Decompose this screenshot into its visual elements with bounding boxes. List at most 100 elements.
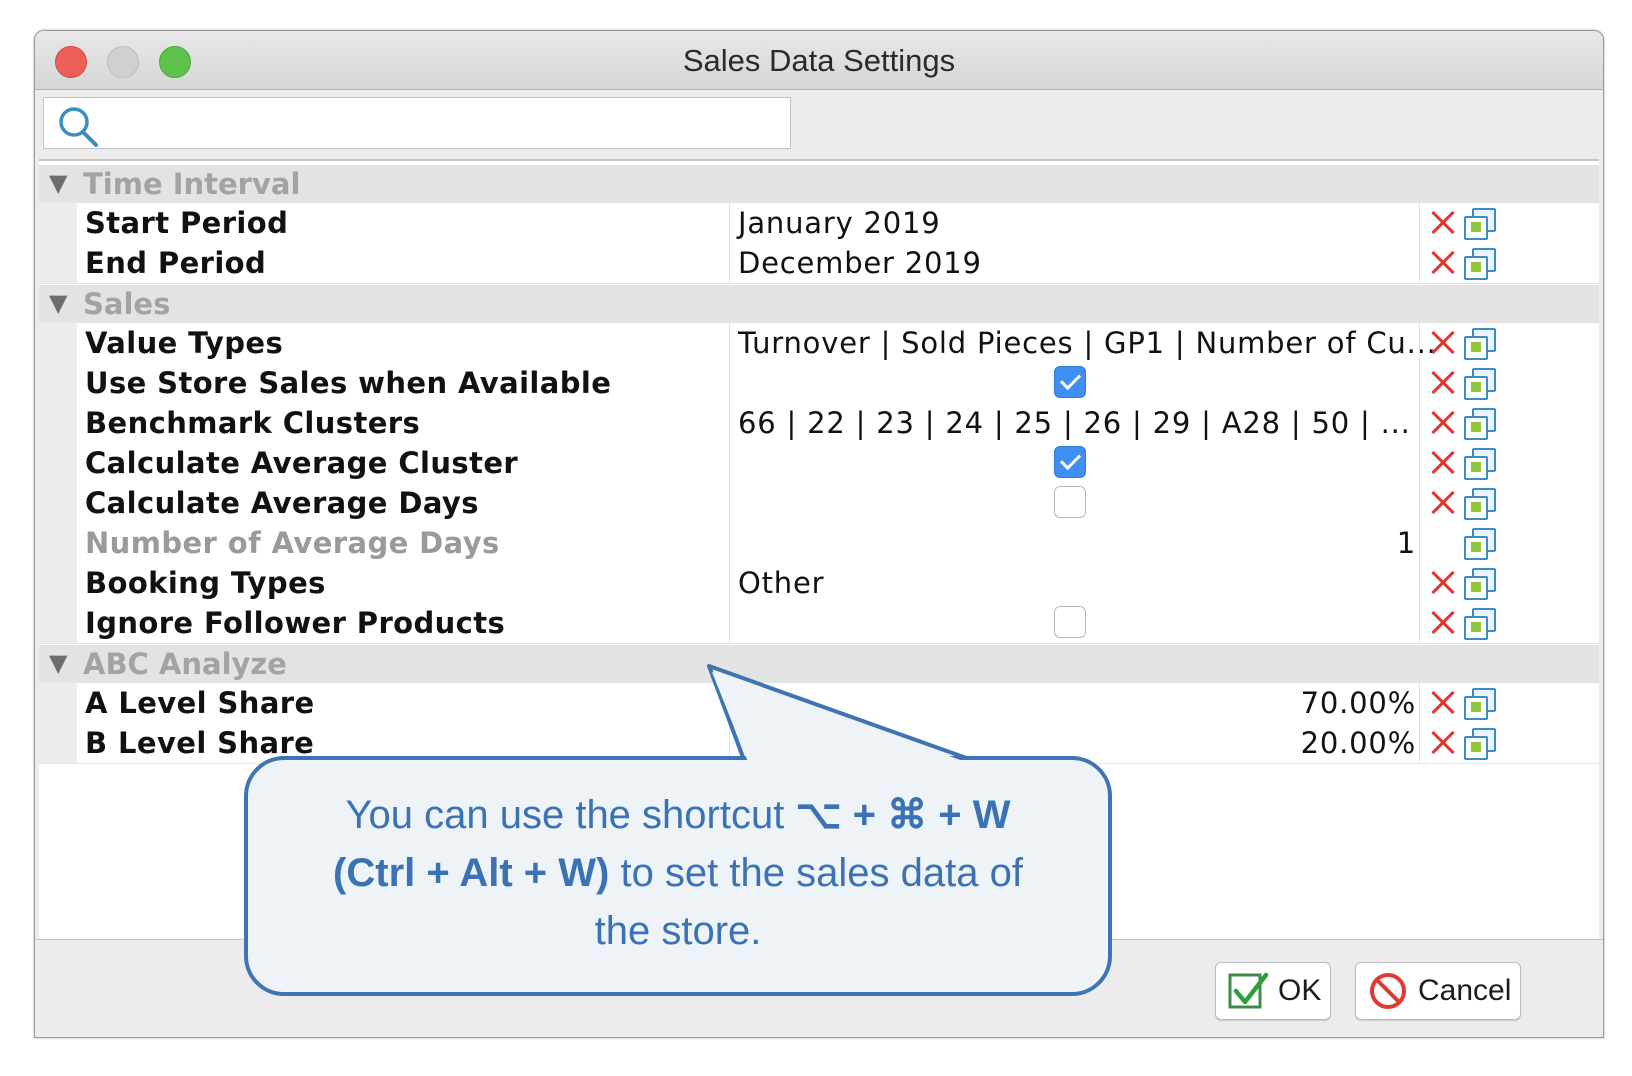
value-cell[interactable]: 70.00% — [729, 683, 1420, 723]
copy-value-icon[interactable] — [1464, 448, 1496, 480]
ok-button-label: OK — [1278, 974, 1322, 1007]
number-of-average-days-value: 1 — [1396, 526, 1416, 560]
value-cell[interactable]: January 2019 — [729, 203, 1420, 243]
clear-x-icon[interactable] — [1426, 366, 1460, 400]
calculate-average-days-checkbox[interactable] — [1054, 486, 1086, 518]
copy-value-icon[interactable] — [1464, 208, 1496, 240]
row-calculate-average-cluster[interactable]: Calculate Average Cluster — [39, 443, 1599, 484]
row-start-period[interactable]: Start Period January 2019 — [39, 203, 1599, 244]
prohibited-icon — [1370, 973, 1406, 1009]
a-level-share-value[interactable]: 70.00% — [1301, 683, 1416, 723]
row-number-of-average-days[interactable]: Number of Average Days 1 — [39, 523, 1599, 564]
clear-x-icon[interactable] — [1426, 686, 1460, 720]
search-field[interactable] — [43, 97, 791, 149]
group-time-interval[interactable]: ▼ Time Interval — [39, 165, 1599, 203]
row-label: Use Store Sales when Available — [85, 366, 612, 400]
row-use-store-sales[interactable]: Use Store Sales when Available — [39, 363, 1599, 404]
clear-x-icon[interactable] — [1426, 206, 1460, 240]
callout-mac-shortcut: ⌥ + ⌘ + W — [795, 793, 1011, 837]
clear-x-icon[interactable] — [1426, 726, 1460, 760]
disclosure-triangle-icon[interactable]: ▼ — [49, 649, 67, 677]
search-input[interactable] — [116, 104, 780, 142]
copy-value-icon[interactable] — [1464, 568, 1496, 600]
row-a-level-share[interactable]: A Level Share 70.00% — [39, 683, 1599, 724]
copy-value-icon[interactable] — [1464, 608, 1496, 640]
calculate-average-cluster-checkbox[interactable] — [1054, 446, 1086, 478]
value-cell[interactable]: Other — [729, 563, 1420, 603]
value-cell[interactable] — [729, 443, 1420, 483]
row-actions — [1419, 683, 1540, 723]
ignore-follower-products-checkbox[interactable] — [1054, 606, 1086, 638]
end-period-value[interactable]: December 2019 — [738, 243, 982, 283]
clear-x-icon[interactable] — [1426, 606, 1460, 640]
copy-value-icon[interactable] — [1464, 528, 1496, 560]
value-cell[interactable] — [729, 603, 1420, 643]
clear-x-icon[interactable] — [1426, 486, 1460, 520]
benchmark-clusters-value[interactable]: 66 | 22 | 23 | 24 | 25 | 26 | 29 | A28 |… — [738, 403, 1411, 443]
callout-text: You can use the shortcut ⌥ + ⌘ + W (Ctrl… — [278, 786, 1078, 960]
value-cell[interactable] — [729, 483, 1420, 523]
row-gutter — [39, 723, 77, 763]
value-types-value[interactable]: Turnover | Sold Pieces | GP1 | Number of… — [738, 323, 1437, 363]
row-gutter — [39, 363, 77, 403]
row-gutter — [39, 243, 77, 283]
row-actions — [1419, 243, 1540, 283]
b-level-share-value[interactable]: 20.00% — [1301, 723, 1416, 763]
copy-value-icon[interactable] — [1464, 488, 1496, 520]
row-gutter — [39, 683, 77, 723]
value-cell[interactable]: 66 | 22 | 23 | 24 | 25 | 26 | 29 | A28 |… — [729, 403, 1420, 443]
row-label: Benchmark Clusters — [85, 406, 421, 440]
group-sales[interactable]: ▼ Sales — [39, 285, 1599, 323]
clear-x-icon[interactable] — [1426, 406, 1460, 440]
row-gutter — [39, 403, 77, 443]
window-title: Sales Data Settings — [682, 43, 956, 78]
copy-value-icon[interactable] — [1464, 728, 1496, 760]
row-label: Value Types — [85, 326, 284, 360]
start-period-value[interactable]: January 2019 — [738, 203, 941, 243]
row-gutter — [39, 323, 77, 363]
use-store-sales-checkbox[interactable] — [1054, 366, 1086, 398]
ok-button[interactable]: OK — [1215, 962, 1331, 1020]
clear-x-icon[interactable] — [1426, 566, 1460, 600]
row-label: Start Period — [85, 206, 289, 240]
disclosure-triangle-icon[interactable]: ▼ — [49, 289, 67, 317]
row-actions — [1419, 443, 1540, 483]
callout-win-shortcut: (Ctrl + Alt + W) — [333, 851, 610, 895]
search-icon — [59, 107, 98, 147]
copy-value-icon[interactable] — [1464, 368, 1496, 400]
value-cell[interactable] — [729, 363, 1420, 403]
clear-x-icon[interactable] — [1426, 246, 1460, 280]
title-bar[interactable]: Sales Data Settings — [35, 31, 1603, 90]
callout-line1-text: You can use the shortcut — [345, 793, 796, 837]
cancel-button[interactable]: Cancel — [1355, 962, 1521, 1020]
callout-line2-text: to set the sales data of — [609, 851, 1023, 895]
copy-value-icon[interactable] — [1464, 328, 1496, 360]
row-booking-types[interactable]: Booking Types Other — [39, 563, 1599, 604]
group-abc-analyze[interactable]: ▼ ABC Analyze — [39, 645, 1599, 683]
copy-value-icon[interactable] — [1464, 408, 1496, 440]
clear-x-icon[interactable] — [1426, 326, 1460, 360]
copy-value-icon[interactable] — [1464, 248, 1496, 280]
row-label: Booking Types — [85, 566, 326, 600]
row-gutter — [39, 203, 77, 243]
row-value-types[interactable]: Value Types Turnover | Sold Pieces | GP1… — [39, 323, 1599, 364]
row-ignore-follower-products[interactable]: Ignore Follower Products — [39, 603, 1599, 644]
value-cell: 1 — [729, 523, 1420, 563]
booking-types-value[interactable]: Other — [738, 563, 824, 603]
row-calculate-average-days[interactable]: Calculate Average Days — [39, 483, 1599, 524]
disclosure-triangle-icon[interactable]: ▼ — [49, 169, 67, 197]
callout-line3-text: the store. — [594, 909, 762, 953]
row-gutter — [39, 443, 77, 483]
row-end-period[interactable]: End Period December 2019 — [39, 243, 1599, 284]
group-label: Sales — [83, 287, 171, 321]
group-label: Time Interval — [83, 167, 301, 201]
row-actions — [1419, 363, 1540, 403]
row-benchmark-clusters[interactable]: Benchmark Clusters 66 | 22 | 23 | 24 | 2… — [39, 403, 1599, 444]
value-cell[interactable]: December 2019 — [729, 243, 1420, 283]
clear-x-icon[interactable] — [1426, 446, 1460, 480]
row-actions — [1419, 483, 1540, 523]
row-actions — [1419, 563, 1540, 603]
value-cell[interactable]: Turnover | Sold Pieces | GP1 | Number of… — [729, 323, 1436, 363]
copy-value-icon[interactable] — [1464, 688, 1496, 720]
row-actions — [1419, 323, 1540, 363]
